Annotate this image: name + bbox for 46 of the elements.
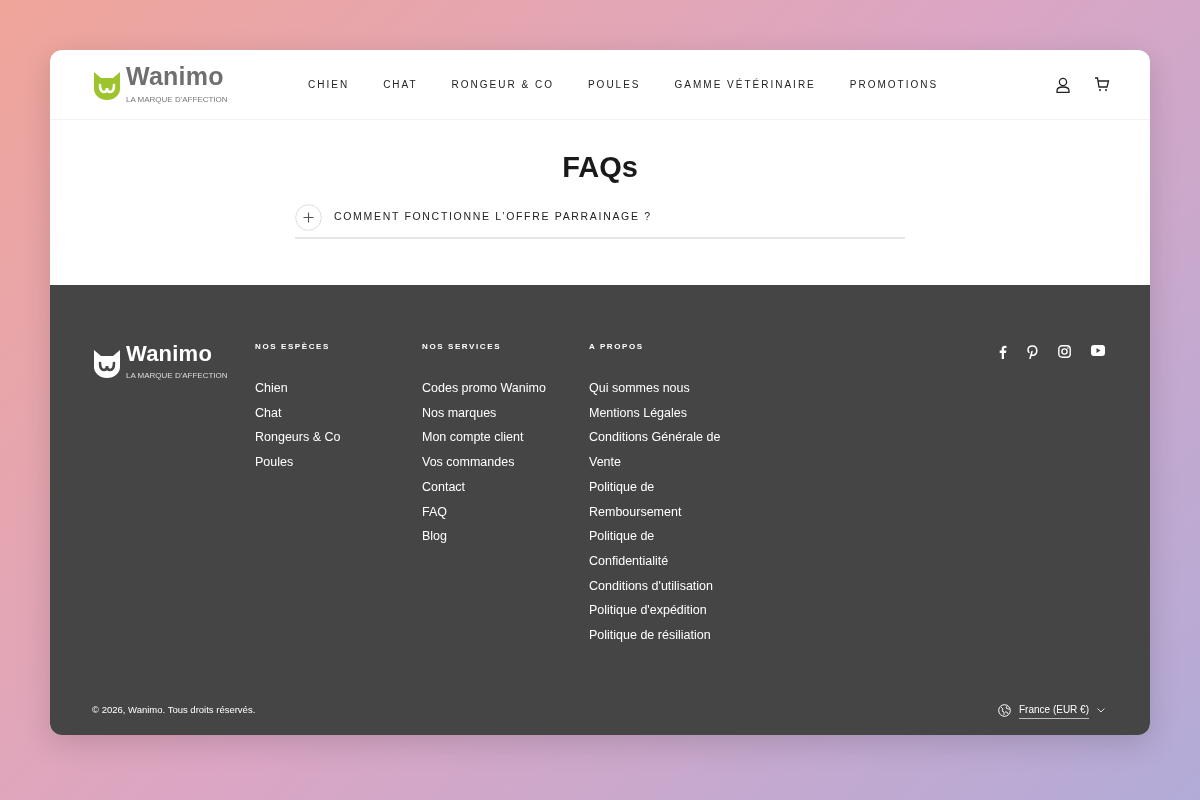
chevron-down-icon [1097,708,1105,713]
footer-link[interactable]: Qui sommes nous [589,376,734,401]
nav-link[interactable]: POULES [587,77,641,92]
footer-link[interactable]: Conditions d'utilisation [589,573,734,599]
footer-link[interactable]: Politique de résiliation [589,623,734,648]
copyright-text: © 2026, Wanimo. Tous droits réservés. [92,703,256,718]
country-selector[interactable]: France (EUR €) [998,702,1105,719]
footer-link[interactable]: Poules [255,450,400,475]
brand-tagline: LA MARQUE D'AFFECTION [126,93,228,106]
footer-link[interactable]: Contact [422,474,567,500]
footer-link[interactable]: Politique d'expédition [589,598,734,624]
pinterest-icon[interactable] [1027,345,1038,359]
video-play-icon[interactable] [1091,345,1105,356]
column-heading: NOS SERVICES [422,341,503,353]
nav-link[interactable]: GAMME VÉTÉRINAIRE [674,77,816,92]
footer-link[interactable]: Codes promo Wanimo [422,376,567,401]
instagram-icon[interactable] [1058,345,1071,358]
footer-link[interactable]: Mon compte client [422,425,567,451]
account-icon[interactable] [1056,76,1070,93]
footer-link[interactable]: FAQ [422,499,567,525]
footer-link[interactable]: Mentions Légales [589,400,734,426]
footer-link[interactable]: Rongeurs & Co [255,425,400,451]
cat-logo-icon [92,69,122,100]
footer-link[interactable]: Politique de Confidentialité [589,524,734,574]
column-heading: NOS ESPÈCES [255,341,331,353]
facebook-icon[interactable] [999,345,1007,359]
nav-link[interactable]: CHAT [383,77,418,92]
brand-tagline: LA MARQUE D'AFFECTION [126,370,228,382]
faq-question[interactable]: COMMENT FONCTIONNE L’OFFRE PARRAINAGE ? [295,200,905,239]
nav-link[interactable]: CHIEN [308,77,350,92]
cat-logo-icon [92,347,122,378]
footer-link[interactable]: Blog [422,524,567,549]
column-heading: A PROPOS [589,341,645,353]
footer-link[interactable]: Conditions Générale de Vente [589,425,734,475]
cart-icon[interactable] [1094,77,1110,92]
nav-link[interactable]: PROMOTIONS [849,77,939,92]
footer-link[interactable]: Vos commandes [422,450,567,475]
footer-link[interactable]: Chien [255,376,400,401]
page-title: FAQs [562,150,638,185]
nav-link[interactable]: RONGEUR & CO [451,77,554,92]
brand-name: Wanimo [126,61,224,90]
brand-name: Wanimo [126,341,213,366]
footer-link[interactable]: Politique de Remboursement [589,474,734,525]
globe-icon [998,704,1011,717]
footer-link[interactable]: Chat [255,400,400,426]
footer-link[interactable]: Nos marques [422,400,567,426]
